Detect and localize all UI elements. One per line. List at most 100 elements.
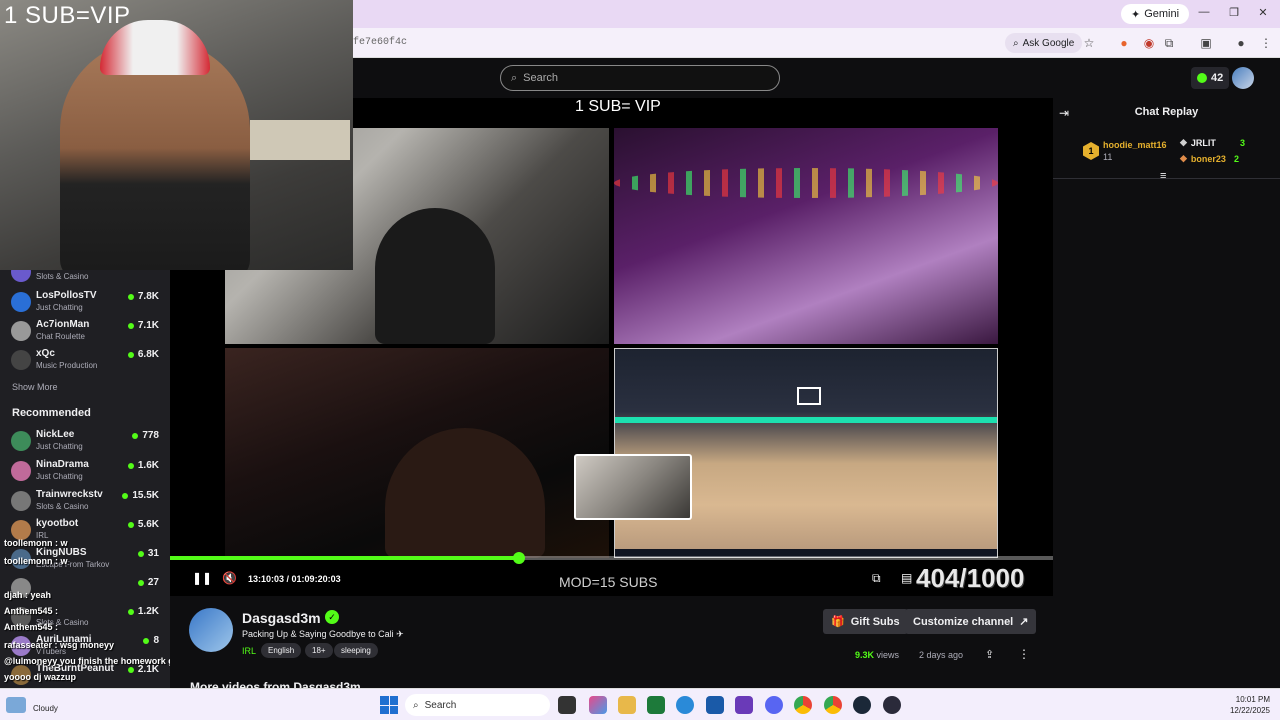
- gifter[interactable]: ◆ JRLIT 3: [1180, 137, 1245, 148]
- top-gifter[interactable]: 1 hoodie_matt16 11: [1083, 140, 1167, 162]
- tag-english[interactable]: English: [261, 643, 302, 658]
- category-link[interactable]: IRL: [242, 646, 256, 656]
- extension-icon[interactable]: ●: [1116, 35, 1132, 51]
- channel-avatar: [11, 350, 31, 370]
- menu-icon[interactable]: ⋮: [1258, 35, 1274, 51]
- basketball-hoop: [797, 387, 821, 405]
- expand-icon[interactable]: ≡: [1160, 170, 1166, 182]
- channel-name: NinaDrama: [36, 459, 89, 470]
- video-title: Packing Up & Saying Goodbye to Cali ✈: [242, 629, 404, 639]
- live-dot-icon: [127, 462, 134, 469]
- task-view-icon[interactable]: [558, 696, 576, 714]
- system-clock[interactable]: 10:01 PM 12/22/2025: [1222, 694, 1270, 716]
- user-avatar[interactable]: [1232, 67, 1254, 89]
- close-icon[interactable]: ✕: [1255, 6, 1271, 19]
- ask-google-button[interactable]: ⌕ Ask Google: [1005, 33, 1083, 53]
- channel-category: Just Chatting: [36, 472, 83, 481]
- tag-18plus[interactable]: 18+: [305, 643, 333, 658]
- app-icon-2[interactable]: [883, 696, 901, 714]
- string-lights: [614, 168, 998, 198]
- store-icon[interactable]: [706, 696, 724, 714]
- gifter-count: 3: [1239, 137, 1245, 148]
- taskbar-search[interactable]: ⌕ Search: [405, 694, 550, 716]
- search-icon: ⌕: [413, 699, 419, 711]
- channel-name: kyootbot: [36, 518, 79, 529]
- weather-icon[interactable]: [6, 697, 26, 713]
- live-dot-icon: [127, 608, 134, 615]
- webcam-overlay: 1 SUB=VIP: [0, 0, 353, 270]
- time-display: 13:10:03 / 01:09:20:03: [248, 574, 341, 584]
- streamer-name[interactable]: Dasgasd3m: [242, 610, 321, 626]
- extension-badge-icon[interactable]: ◉: [1141, 35, 1157, 51]
- url-text[interactable]: fe7e60f4c: [353, 37, 407, 48]
- restore-icon[interactable]: ❐: [1226, 6, 1242, 19]
- site-header: ⌕ Search 42: [353, 58, 1280, 98]
- chrome-icon-2[interactable]: [824, 696, 842, 714]
- gifter-count: 2: [1233, 153, 1239, 164]
- pause-icon[interactable]: ❚❚: [192, 571, 212, 585]
- external-link-icon: ↗: [1019, 616, 1029, 628]
- start-icon[interactable]: [380, 696, 398, 714]
- streamer-avatar[interactable]: [189, 608, 233, 652]
- search-input[interactable]: ⌕ Search: [500, 65, 780, 91]
- viewer-count: 27: [137, 577, 159, 588]
- extensions-puzzle-icon[interactable]: ⧉: [1161, 35, 1177, 51]
- tag-sleeping[interactable]: sleeping: [334, 643, 378, 658]
- file-explorer-icon[interactable]: [618, 696, 636, 714]
- channel-category: Just Chatting: [36, 442, 83, 451]
- gift-subs-button[interactable]: 🎁 Gift Subs: [823, 609, 908, 634]
- coins-badge[interactable]: 42: [1191, 67, 1230, 89]
- sidebar-channel[interactable]: NinaDrama Just Chatting 1.6K: [0, 455, 170, 485]
- minimize-icon[interactable]: —: [1196, 6, 1212, 18]
- app-icon[interactable]: [735, 696, 753, 714]
- share-icon[interactable]: ⇪: [985, 648, 994, 661]
- clip-icon[interactable]: ▤: [901, 571, 912, 585]
- gifter-name: hoodie_matt16: [1103, 140, 1167, 150]
- channel-name: Ac7ionMan: [36, 319, 90, 330]
- discord-icon[interactable]: [765, 696, 783, 714]
- progress-bar[interactable]: [170, 552, 1053, 564]
- show-more-link[interactable]: Show More: [12, 382, 58, 392]
- pip-icon[interactable]: ⧉: [872, 571, 881, 586]
- stream-overlay-title: 1 SUB= VIP: [575, 98, 661, 115]
- view-count: 9.3K views: [855, 650, 900, 660]
- overlay-chat-line: djah : yeah: [4, 590, 52, 600]
- steam-icon[interactable]: [853, 696, 871, 714]
- mute-icon[interactable]: 🔇: [222, 571, 237, 585]
- ask-google-label: Ask Google: [1022, 37, 1075, 49]
- sidebar-channel[interactable]: Ac7ionMan Chat Roulette 7.1K: [0, 315, 170, 345]
- gifter-name: JRLIT: [1190, 137, 1216, 148]
- progress-scrubber[interactable]: [512, 552, 525, 564]
- webcam-overlay-text: 1 SUB=VIP: [4, 2, 131, 29]
- sidebar-channel[interactable]: NickLee Just Chatting 778: [0, 425, 170, 455]
- copilot-icon[interactable]: [589, 696, 607, 714]
- chrome-icon[interactable]: [794, 696, 812, 714]
- airplane-icon: ✈: [396, 629, 404, 639]
- overlay-chat-line: Anthem545 :: [4, 622, 59, 632]
- recommended-heading: Recommended: [12, 407, 91, 419]
- google-lens-icon: ⌕: [1013, 37, 1019, 49]
- sub-goal-counter: 404/1000: [916, 563, 1025, 593]
- bookmark-star-icon[interactable]: ☆: [1081, 35, 1097, 51]
- court-boards: [615, 417, 997, 423]
- weather-text[interactable]: Cloudy: [33, 704, 58, 713]
- more-options-icon[interactable]: ⋮: [1018, 647, 1030, 661]
- background-shelf: [250, 120, 350, 160]
- customize-channel-button[interactable]: Customize channel ↗: [905, 609, 1037, 634]
- gifter[interactable]: ◆ boner23 2: [1180, 153, 1239, 164]
- channel-avatar: [11, 520, 31, 540]
- divider: [1053, 178, 1280, 179]
- sidebar-channel[interactable]: xQc Music Production 6.8K: [0, 344, 170, 374]
- sidebar-channel[interactable]: Trainwreckstv Slots & Casino 15.5K: [0, 485, 170, 515]
- edge-icon[interactable]: [676, 696, 694, 714]
- viewer-count: 1.6K: [127, 460, 159, 471]
- live-dot-icon: [143, 637, 150, 644]
- sidebar-channel[interactable]: LosPollosTV Just Chatting 7.8K: [0, 286, 170, 316]
- xbox-icon[interactable]: [647, 696, 665, 714]
- windows-taskbar: Cloudy ⌕ Search 10:01 PM 12/22/2025: [0, 688, 1280, 720]
- profile-icon[interactable]: ●: [1233, 35, 1249, 51]
- screenshot-icon[interactable]: ▣: [1198, 35, 1214, 51]
- address-bar[interactable]: fe7e60f4c ⌕ Ask Google ☆ ● ◉ ⧉ ▣ ● ⋮: [353, 28, 1280, 58]
- seek-preview-thumbnail: [574, 454, 692, 520]
- gemini-button[interactable]: ✦ Gemini: [1121, 4, 1190, 24]
